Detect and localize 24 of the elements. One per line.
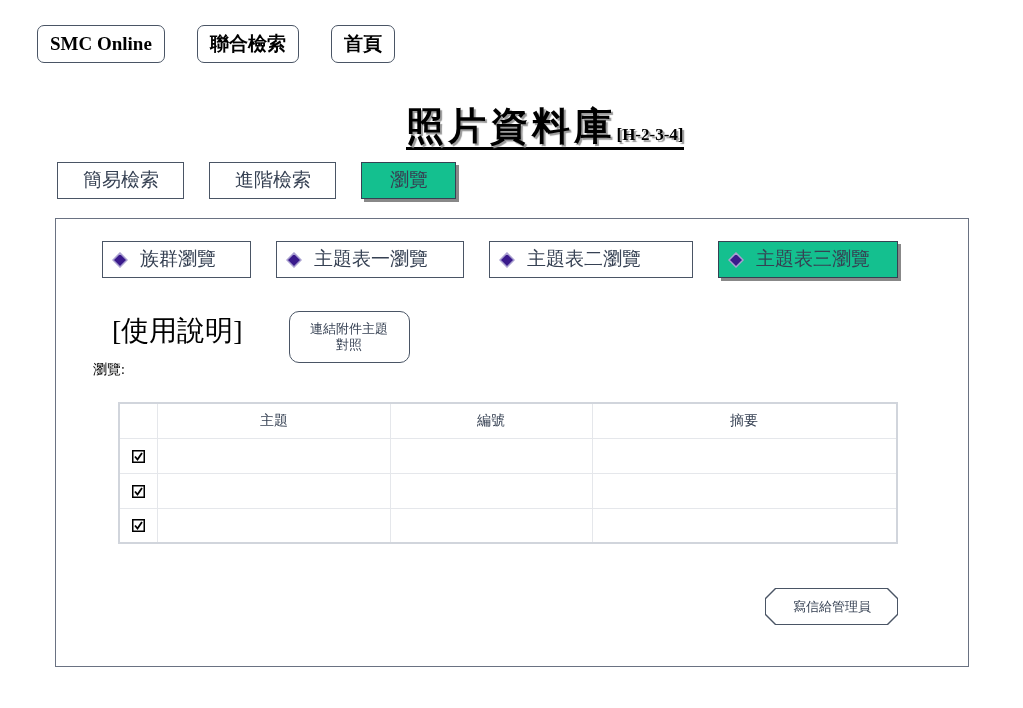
search-tab[interactable]: 瀏覽 (361, 162, 456, 199)
checkbox[interactable] (131, 484, 145, 498)
help-link[interactable]: [使用說明] (112, 315, 243, 347)
email-admin-button[interactable]: 寫信給管理員 (765, 588, 898, 625)
page-title: 照片資料庫[H-2-3-4] (406, 107, 684, 150)
diamond-icon (499, 251, 515, 268)
browse-tab[interactable]: 主題表二瀏覽 (489, 241, 693, 278)
home-link[interactable]: 首頁 (330, 25, 395, 63)
site-link[interactable]: SMC Online (37, 25, 165, 63)
search-tab[interactable]: 簡易檢索 (57, 162, 184, 199)
column-header: 編號 (390, 403, 592, 438)
diamond-icon (286, 251, 302, 268)
search-tab[interactable]: 進階檢索 (209, 162, 336, 199)
column-header: 主題 (157, 403, 390, 438)
browse-tab[interactable]: 主題表三瀏覽 (718, 241, 898, 278)
browse-tab[interactable]: 主題表一瀏覽 (276, 241, 464, 278)
browse-label: 瀏覽: (93, 361, 126, 379)
browse-tab[interactable]: 族群瀏覽 (102, 241, 251, 278)
attachment-topic-button[interactable]: 連結附件主題對照 (288, 311, 410, 363)
federated-search-link[interactable]: 聯合檢索 (196, 25, 299, 63)
checkbox[interactable] (131, 449, 145, 463)
diamond-icon (112, 251, 128, 268)
diamond-icon (728, 251, 744, 268)
checkbox[interactable] (131, 519, 145, 533)
